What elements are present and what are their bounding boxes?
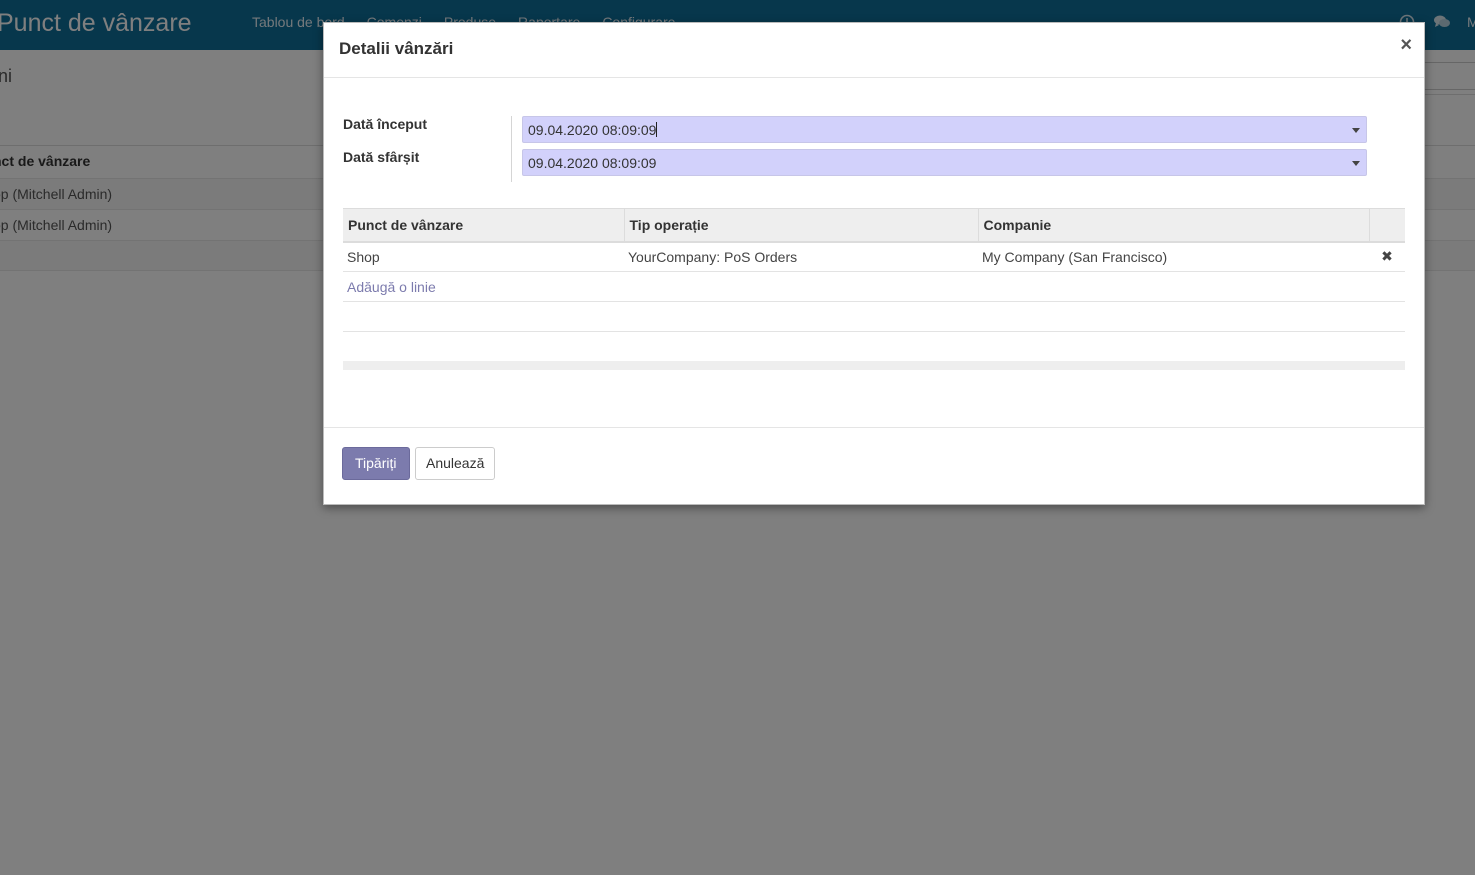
caret-down-icon[interactable]: [1352, 161, 1360, 166]
end-date-value: 09.04.2020 08:09:09: [528, 155, 657, 171]
table-row[interactable]: Shop YourCompany: PoS Orders My Company …: [343, 241, 1405, 272]
end-date-label: Dată sfârșit: [343, 149, 420, 165]
column-header-actions: [1369, 208, 1405, 243]
end-date-input[interactable]: 09.04.2020 08:09:09: [522, 149, 1367, 176]
cell-company[interactable]: My Company (San Francisco): [978, 241, 1369, 272]
column-header-pos[interactable]: Punct de vânzare: [343, 208, 625, 243]
close-icon[interactable]: ×: [1400, 35, 1412, 55]
caret-down-icon[interactable]: [1352, 128, 1360, 133]
add-line-link[interactable]: Adăugă o linie: [347, 279, 436, 295]
add-line-row: Adăugă o linie: [343, 271, 1405, 302]
column-header-company[interactable]: Companie: [978, 208, 1370, 243]
dialog-title: Detalii vânzări: [339, 39, 454, 58]
start-date-value: 09.04.2020 08:09:09: [528, 122, 657, 138]
cell-operation[interactable]: YourCompany: PoS Orders: [624, 241, 978, 272]
dialog-footer: Tipăriți Anulează: [324, 427, 1424, 504]
label-separator: [511, 116, 512, 182]
sale-details-dialog: Detalii vânzări × Dată început Dată sfâr…: [323, 22, 1425, 505]
cancel-button[interactable]: Anulează: [415, 447, 496, 480]
column-header-operation[interactable]: Tip operație: [624, 208, 979, 243]
print-button[interactable]: Tipăriți: [342, 447, 410, 480]
table-footer: [343, 361, 1405, 370]
cell-pos[interactable]: Shop: [343, 241, 624, 272]
text-cursor: [656, 122, 658, 137]
dialog-header: Detalii vânzări ×: [324, 23, 1424, 78]
pos-config-table: Punct de vânzare Tip operație Companie S…: [343, 208, 1405, 370]
start-date-label: Dată început: [343, 116, 428, 132]
delete-row-icon[interactable]: ✖: [1369, 241, 1405, 272]
table-empty-row: [343, 301, 1405, 332]
start-date-input[interactable]: 09.04.2020 08:09:09: [522, 116, 1367, 143]
